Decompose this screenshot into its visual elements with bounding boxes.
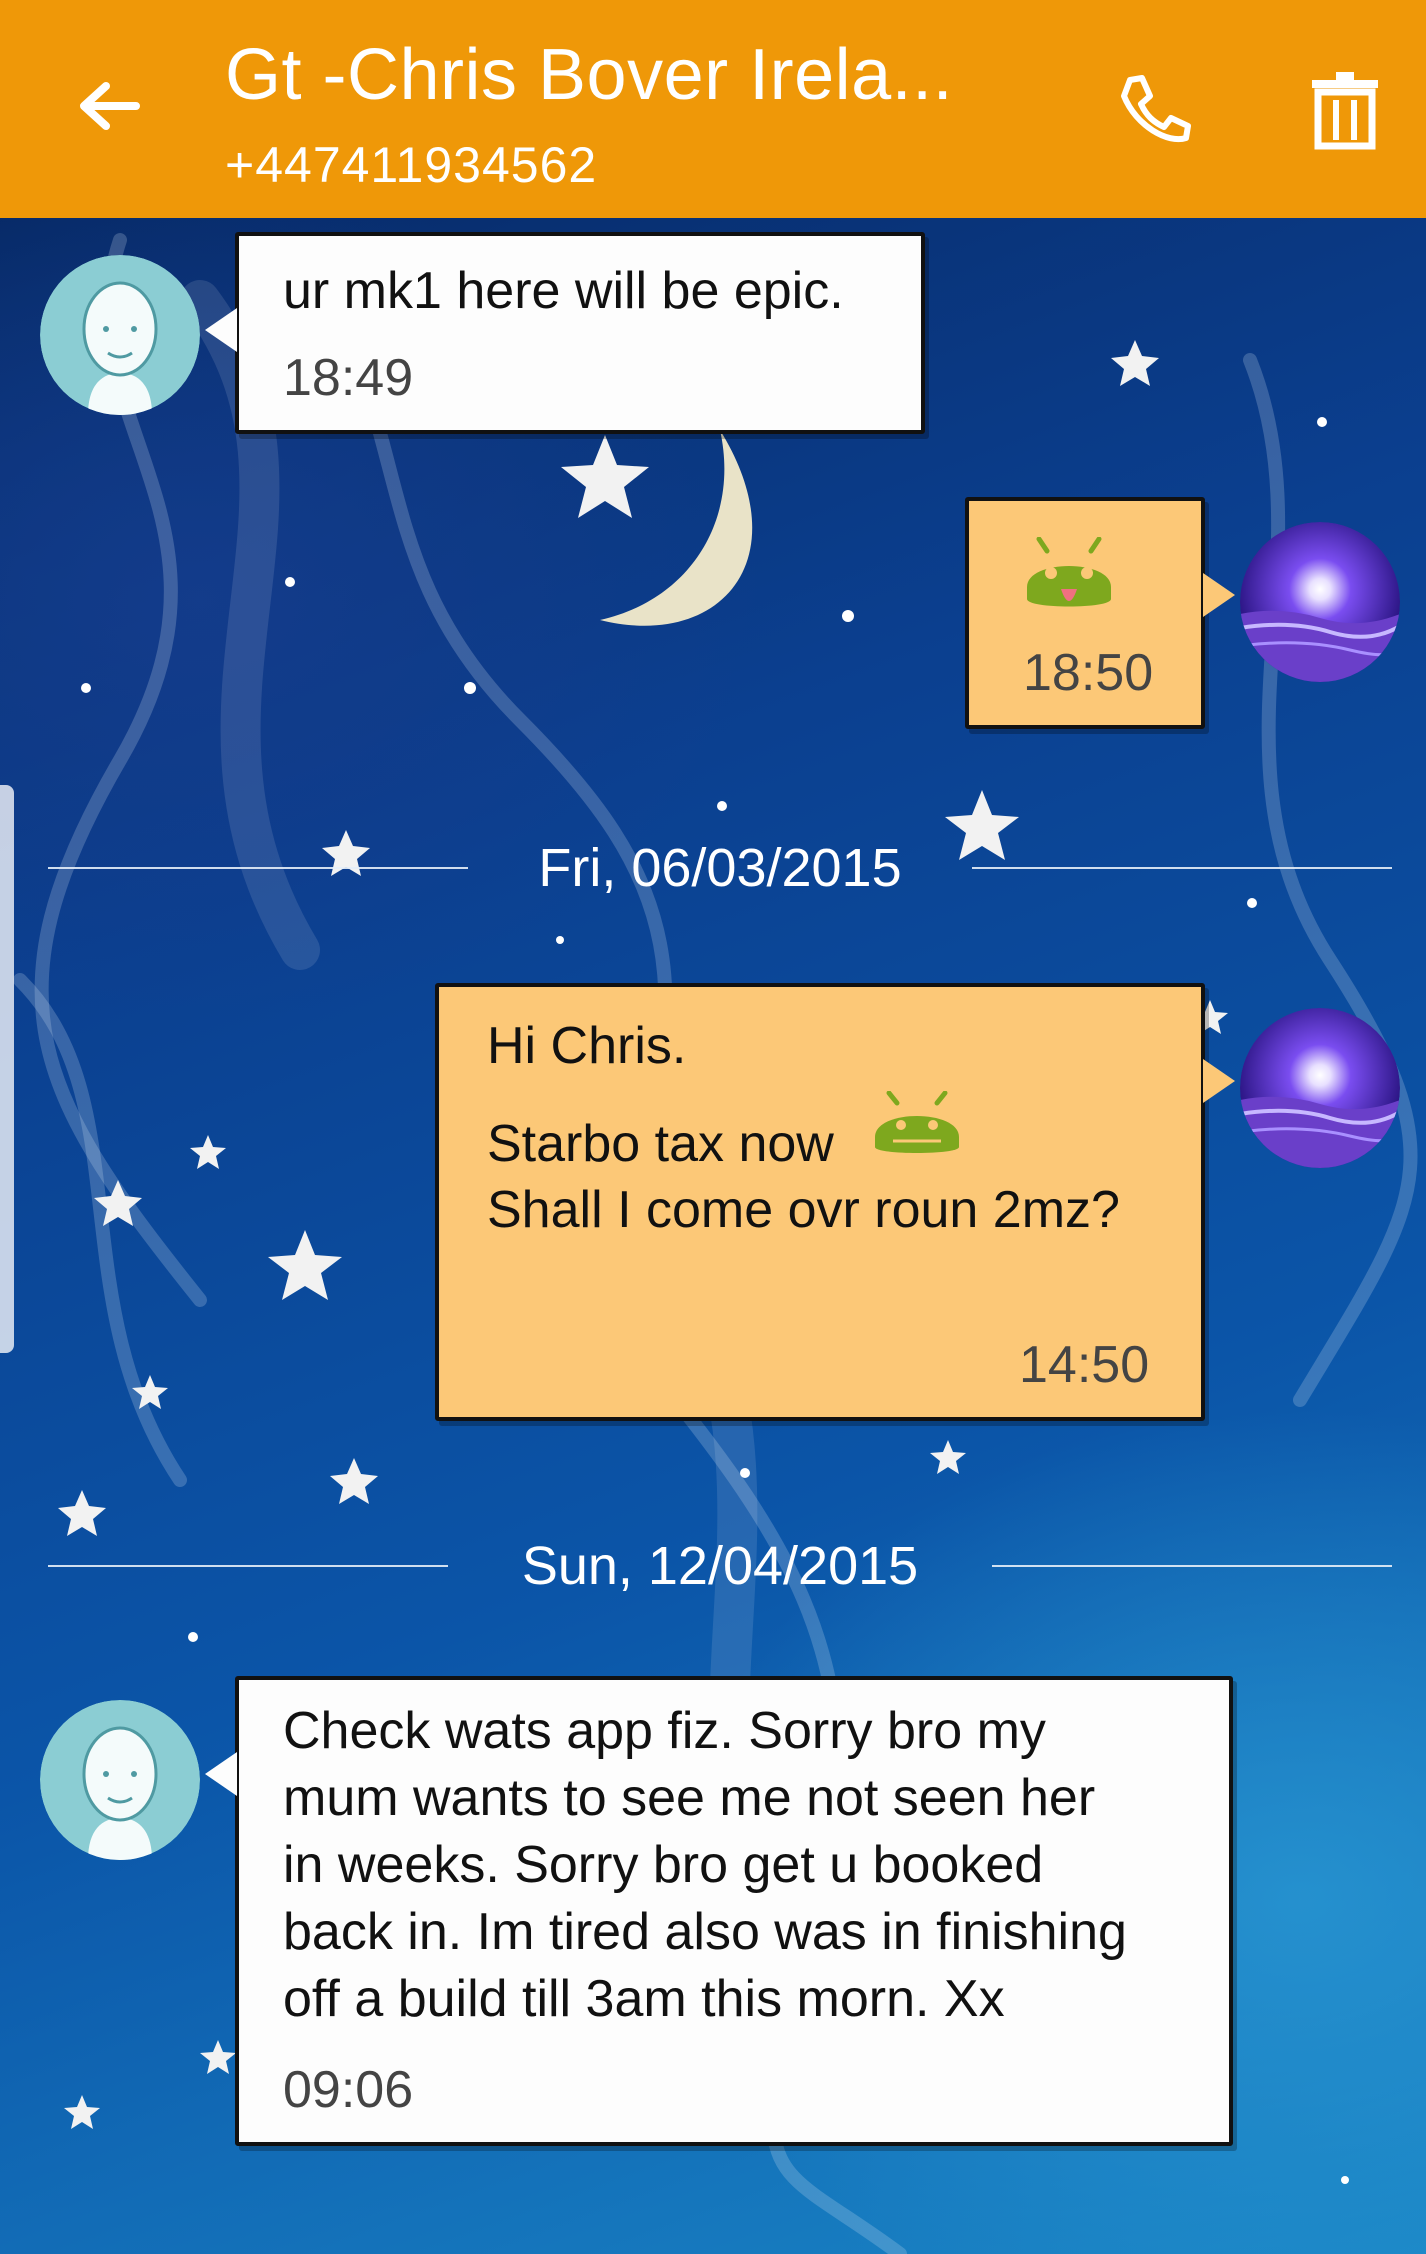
contact-phone-number: +447411934562 [225, 137, 598, 193]
message-bubble-incoming[interactable]: ur mk1 here will be epic. 18:49 [205, 232, 925, 434]
android-sticker-icon [1027, 537, 1111, 607]
galaxy-avatar-icon [1240, 522, 1400, 682]
contact-name: Gt -Chris Bover Irela... [225, 35, 954, 115]
my-avatar[interactable] [1240, 1008, 1400, 1168]
message-time: 14:50 [1019, 1336, 1150, 1394]
message-bubble-outgoing[interactable]: Hi Chris. Starbo tax now Shall I come ov… [435, 983, 1235, 1421]
message-time: 18:50 [1023, 644, 1154, 702]
galaxy-avatar-icon [1240, 1008, 1400, 1168]
arrow-left-icon [80, 82, 140, 130]
date-separator-label: Sun, 12/04/2015 [521, 1536, 919, 1596]
call-button[interactable] [1108, 64, 1198, 154]
message-time: 18:49 [283, 349, 414, 407]
conversation-header: Gt -Chris Bover Irela... +447411934562 [0, 0, 1426, 218]
message-text-line: Starbo tax now [487, 1115, 834, 1173]
message-text-line: Shall I come ovr roun 2mz? [487, 1181, 1120, 1239]
date-separator-label: Fri, 06/03/2015 [538, 838, 902, 898]
delete-conversation-button[interactable] [1300, 64, 1390, 154]
message-time: 09:06 [283, 2061, 414, 2119]
my-avatar[interactable] [1240, 522, 1400, 682]
trash-icon [1312, 72, 1378, 150]
contact-avatar[interactable] [40, 255, 200, 415]
message-text: ur mk1 here will be epic. [283, 262, 844, 320]
default-person-icon [40, 1700, 200, 1860]
message-text: Check wats app fiz. Sorry bro my mum wan… [283, 1702, 1127, 2028]
android-emoji-icon [875, 1091, 959, 1153]
scrollbar-handle[interactable] [0, 785, 14, 1353]
message-bubble-outgoing[interactable]: 18:50 [965, 497, 1235, 729]
date-separator: Sun, 12/04/2015 [48, 1536, 1392, 1596]
back-button[interactable] [70, 66, 150, 146]
contact-avatar[interactable] [40, 1700, 200, 1860]
default-person-icon [40, 255, 200, 415]
message-text-line: Hi Chris. [487, 1017, 687, 1075]
date-separator: Fri, 06/03/2015 [48, 838, 1392, 898]
message-bubble-incoming[interactable]: Check wats app fiz. Sorry bro my mum wan… [205, 1676, 1233, 2146]
phone-icon [1121, 75, 1191, 143]
